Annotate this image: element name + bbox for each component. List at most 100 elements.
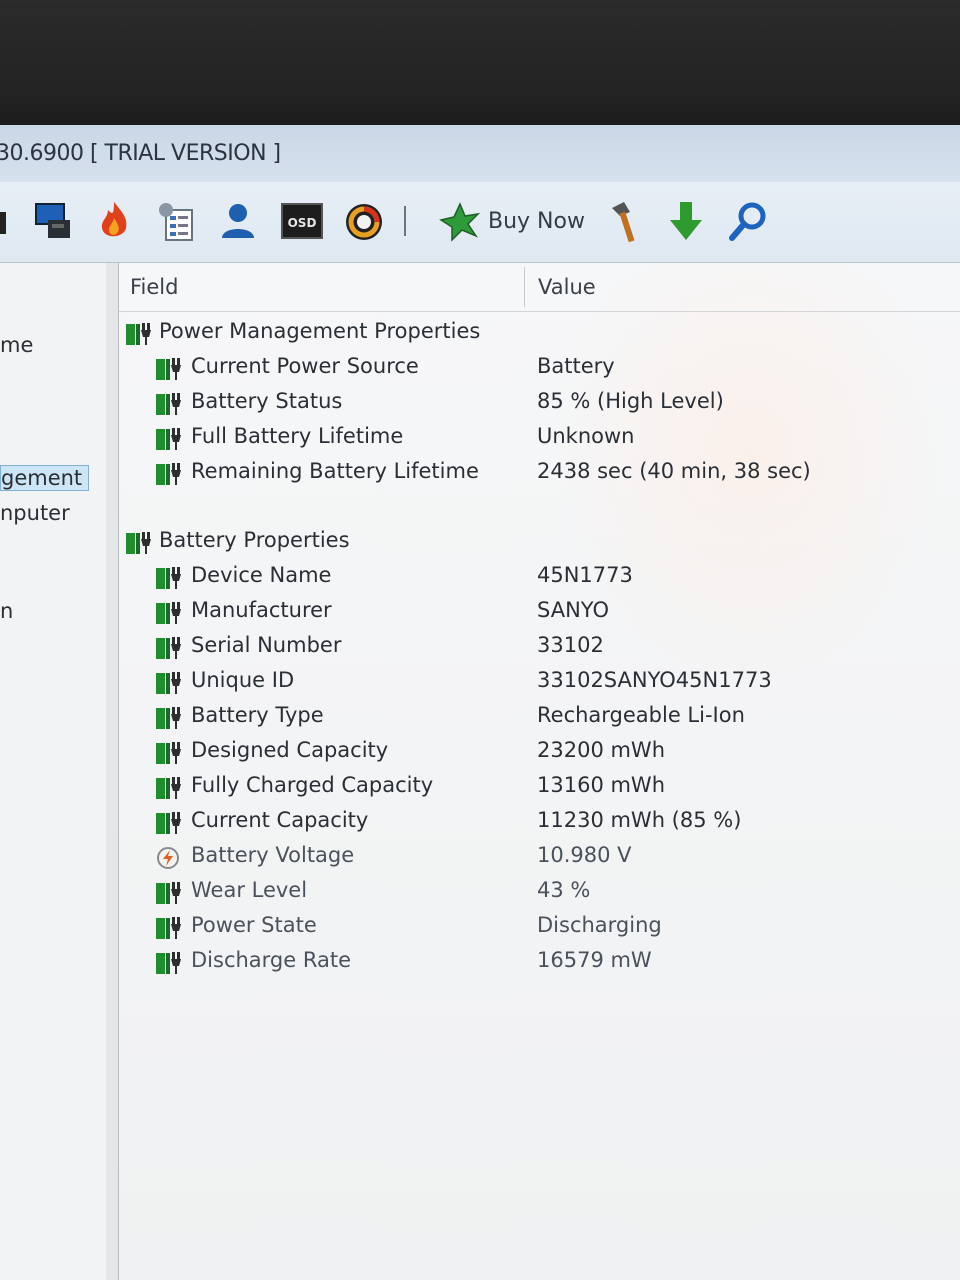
property-value: 23200 mWh bbox=[537, 738, 666, 762]
group-header-row[interactable]: Battery Properties bbox=[119, 526, 960, 560]
group-title: Battery Properties bbox=[159, 528, 350, 552]
battery-icon bbox=[155, 915, 183, 941]
property-field: Power State bbox=[191, 913, 317, 937]
column-header-value[interactable]: Value bbox=[538, 275, 596, 299]
tools-icon[interactable] bbox=[604, 198, 648, 244]
properties-list: Field Value Power Management Properties C… bbox=[119, 263, 960, 1280]
property-field: Designed Capacity bbox=[191, 738, 389, 762]
window-title: 30.6900 [ TRIAL VERSION ] bbox=[0, 141, 281, 166]
property-row[interactable]: Current Power Source Battery bbox=[119, 352, 960, 386]
tree-item-selected[interactable]: gement bbox=[0, 465, 90, 491]
battery-icon bbox=[125, 321, 153, 347]
property-row[interactable]: Wear Level 43 % bbox=[119, 876, 960, 910]
download-arrow-icon[interactable] bbox=[664, 198, 708, 244]
list-header: Field Value bbox=[119, 263, 960, 312]
property-value: 43 % bbox=[537, 878, 591, 902]
battery-icon bbox=[155, 705, 183, 731]
monitor-bezel bbox=[0, 0, 960, 135]
property-value: 11230 mWh (85 %) bbox=[537, 808, 742, 832]
property-value: 33102 bbox=[537, 633, 604, 657]
property-value: SANYO bbox=[537, 598, 610, 622]
property-row[interactable]: Designed Capacity 23200 mWh bbox=[119, 736, 960, 770]
battery-icon bbox=[155, 670, 183, 696]
property-row[interactable]: Power State Discharging bbox=[119, 911, 960, 945]
property-value: 10.980 V bbox=[537, 843, 632, 867]
property-value: 33102SANYO45N1773 bbox=[537, 668, 772, 692]
flame-icon[interactable] bbox=[92, 198, 136, 244]
property-value: 13160 mWh bbox=[537, 773, 666, 797]
property-row[interactable]: Fully Charged Capacity 13160 mWh bbox=[119, 771, 960, 805]
battery-icon bbox=[155, 426, 183, 452]
property-row[interactable]: Remaining Battery Lifetime 2438 sec (40 m… bbox=[119, 457, 960, 491]
property-field: Current Capacity bbox=[191, 808, 369, 832]
battery-icon bbox=[125, 530, 153, 556]
battery-icon bbox=[155, 461, 183, 487]
property-field: Unique ID bbox=[191, 668, 295, 692]
svg-text:OSD: OSD bbox=[288, 216, 317, 230]
property-row[interactable]: Discharge Rate 16579 mW bbox=[119, 946, 960, 980]
tree-item[interactable]: n bbox=[0, 599, 13, 623]
property-value: Discharging bbox=[537, 913, 662, 937]
property-value: 2438 sec (40 min, 38 sec) bbox=[537, 459, 811, 483]
property-field: Serial Number bbox=[191, 633, 342, 657]
battery-icon bbox=[155, 635, 183, 661]
navigation-tree: me gement nputer n bbox=[0, 263, 107, 1280]
battery-icon bbox=[155, 356, 183, 382]
property-field: Battery Voltage bbox=[191, 843, 355, 867]
property-field: Full Battery Lifetime bbox=[191, 424, 404, 448]
property-row[interactable]: Current Capacity 11230 mWh (85 %) bbox=[119, 806, 960, 840]
battery-icon bbox=[155, 950, 183, 976]
property-row[interactable]: Manufacturer SANYO bbox=[119, 596, 960, 630]
gauge-icon[interactable] bbox=[342, 198, 386, 244]
property-value: Rechargeable Li-Ion bbox=[537, 703, 745, 727]
battery-icon bbox=[155, 740, 183, 766]
battery-icon bbox=[155, 565, 183, 591]
property-field: Remaining Battery Lifetime bbox=[191, 459, 479, 483]
toolbar-edge-icon[interactable] bbox=[0, 198, 14, 244]
splitter[interactable] bbox=[106, 263, 119, 1280]
user-icon[interactable] bbox=[216, 198, 260, 244]
property-value: 45N1773 bbox=[537, 563, 633, 587]
property-row[interactable]: Device Name 45N1773 bbox=[119, 561, 960, 595]
property-row[interactable]: Battery Status 85 % (High Level) bbox=[119, 387, 960, 421]
property-field: Battery Type bbox=[191, 703, 324, 727]
voltage-icon bbox=[155, 845, 183, 871]
property-row[interactable]: Battery Type Rechargeable Li-Ion bbox=[119, 701, 960, 735]
property-value: Battery bbox=[537, 354, 615, 378]
property-row[interactable]: Full Battery Lifetime Unknown bbox=[119, 422, 960, 456]
report-icon[interactable] bbox=[154, 198, 198, 244]
property-field: Current Power Source bbox=[191, 354, 419, 378]
property-row[interactable]: Serial Number 33102 bbox=[119, 631, 960, 665]
property-value: 85 % (High Level) bbox=[537, 389, 724, 413]
column-header-field[interactable]: Field bbox=[130, 275, 178, 299]
osd-icon[interactable]: OSD bbox=[280, 198, 324, 244]
app-window: 30.6900 [ TRIAL VERSION ] OSD Buy Now me… bbox=[0, 125, 960, 1280]
group-header-row[interactable]: Power Management Properties bbox=[119, 317, 960, 351]
group-title: Power Management Properties bbox=[159, 319, 481, 343]
battery-icon bbox=[155, 775, 183, 801]
tree-item[interactable]: nputer bbox=[0, 501, 70, 525]
computer-icon[interactable] bbox=[32, 198, 76, 244]
title-bar: 30.6900 [ TRIAL VERSION ] bbox=[0, 125, 960, 182]
property-row[interactable]: Battery Voltage 10.980 V bbox=[119, 841, 960, 875]
battery-icon bbox=[155, 810, 183, 836]
property-field: Discharge Rate bbox=[191, 948, 352, 972]
property-row[interactable]: Unique ID 33102SANYO45N1773 bbox=[119, 666, 960, 700]
toolbar-separator bbox=[404, 206, 406, 236]
column-divider[interactable] bbox=[524, 267, 525, 307]
buy-now-label: Buy Now bbox=[488, 209, 585, 234]
property-value: Unknown bbox=[537, 424, 635, 448]
buy-now-icon bbox=[439, 202, 481, 242]
tree-item[interactable]: me bbox=[0, 333, 33, 357]
property-field: Device Name bbox=[191, 563, 332, 587]
toolbar: OSD Buy Now bbox=[0, 182, 960, 263]
battery-icon bbox=[155, 600, 183, 626]
property-field: Battery Status bbox=[191, 389, 343, 413]
property-field: Wear Level bbox=[191, 878, 308, 902]
search-icon[interactable] bbox=[726, 198, 770, 244]
property-value: 16579 mW bbox=[537, 948, 652, 972]
battery-icon bbox=[155, 391, 183, 417]
battery-icon bbox=[155, 880, 183, 906]
property-field: Manufacturer bbox=[191, 598, 332, 622]
property-field: Fully Charged Capacity bbox=[191, 773, 434, 797]
